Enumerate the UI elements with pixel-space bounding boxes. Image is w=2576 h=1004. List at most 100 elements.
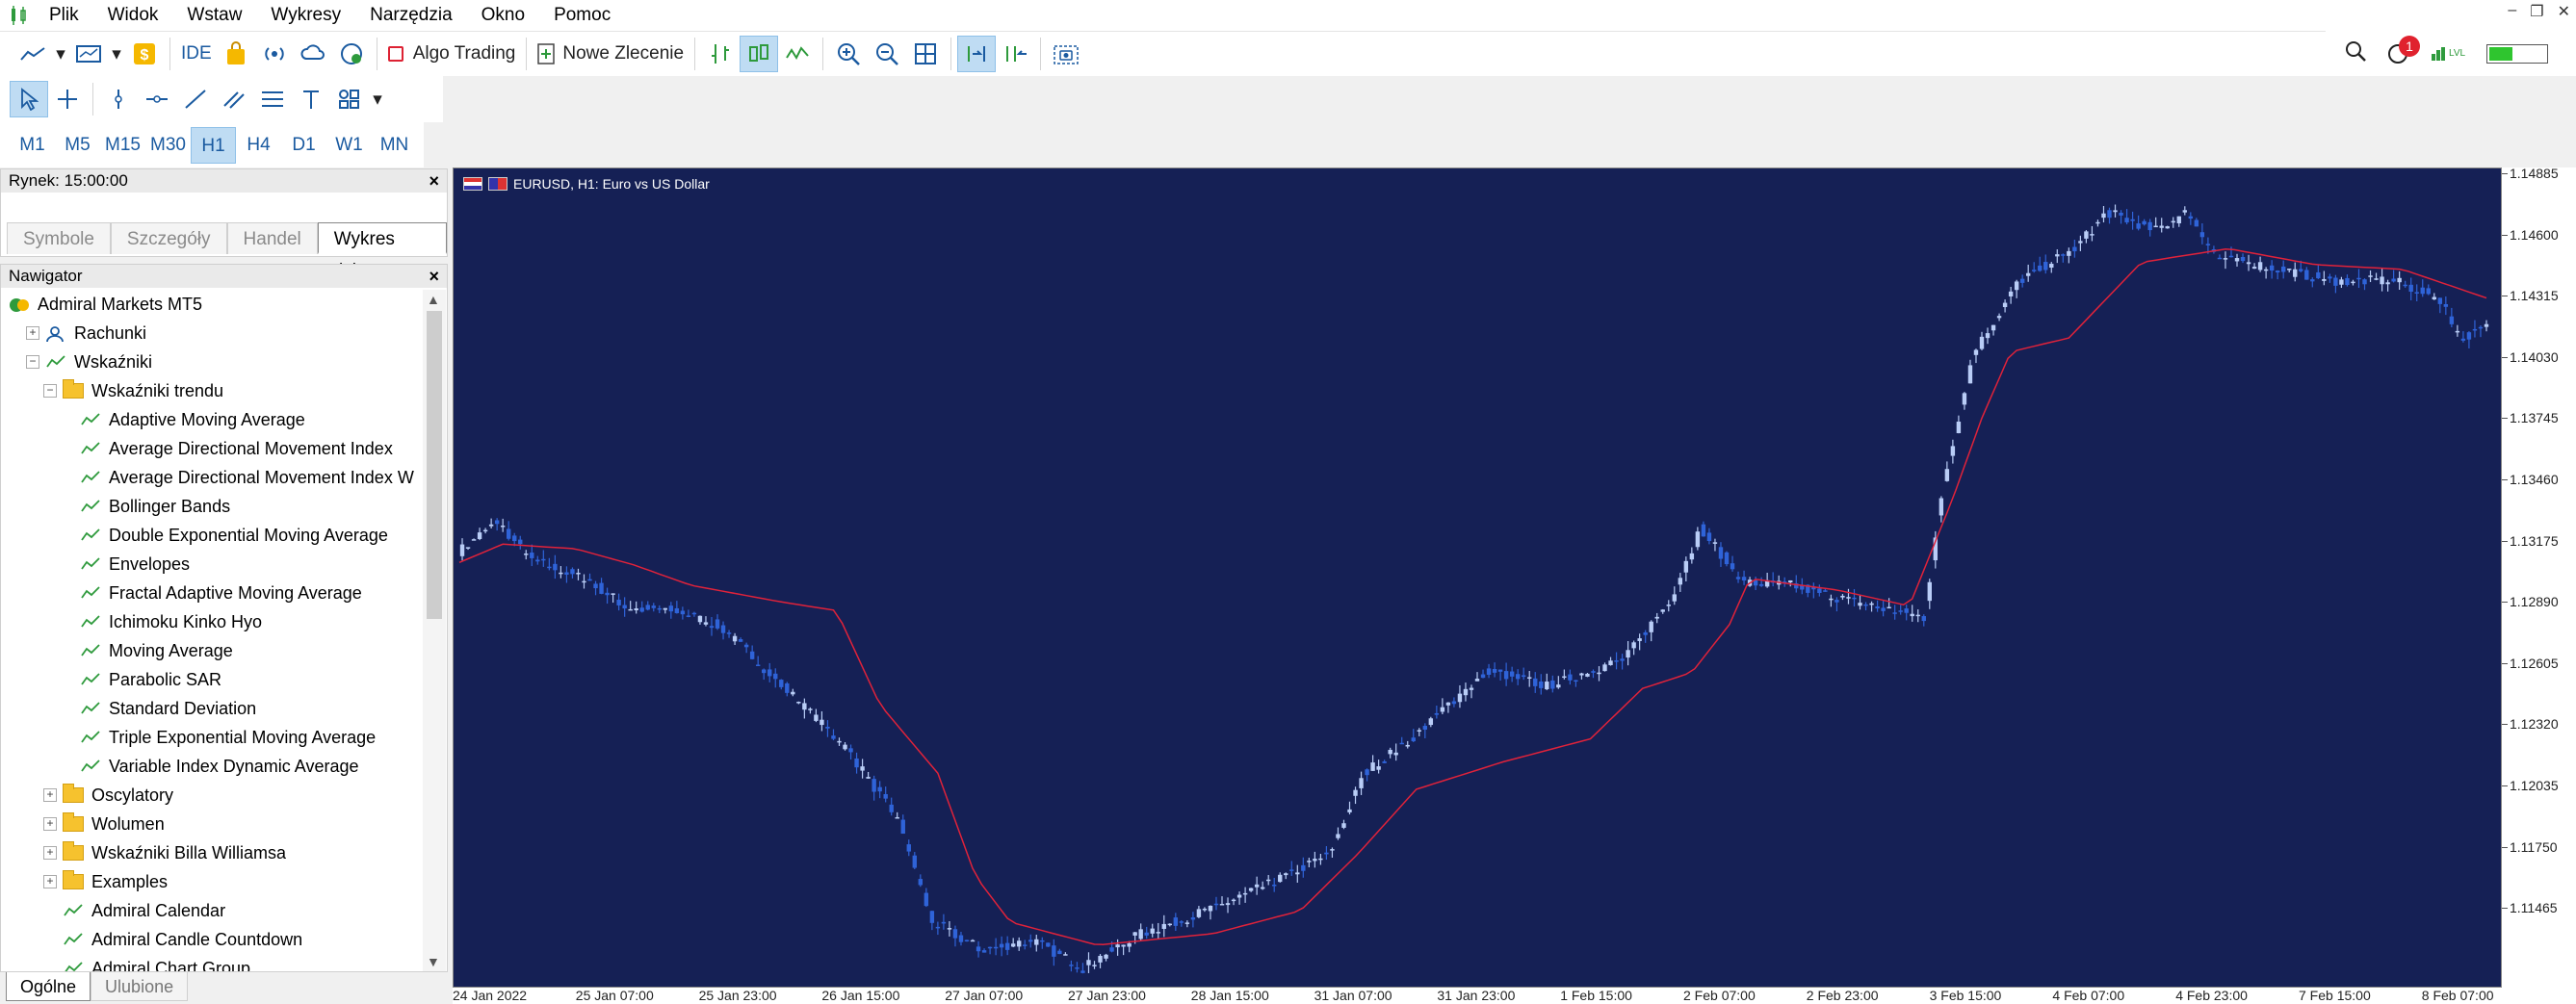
market-tab-0[interactable]: Symbole [7, 222, 111, 254]
cloud-icon[interactable] [294, 36, 332, 72]
nav-indicator-item[interactable]: Bollinger Bands [1, 492, 421, 521]
candle-body [854, 758, 859, 768]
menu-charts[interactable]: Wykresy [256, 0, 355, 31]
time-scale[interactable]: 24 Jan 2022 25 Jan 07:00 25 Jan 23:00 26 Ja… [453, 988, 2502, 1004]
expand-icon[interactable]: − [43, 384, 57, 398]
timeframe-m30[interactable]: M30 [145, 127, 191, 164]
vertical-line-icon[interactable] [99, 81, 138, 117]
nav-expert-item[interactable]: Admiral Calendar [1, 896, 421, 925]
navigator-scrollbar[interactable]: ▲ ▼ [423, 290, 446, 971]
nav-indicator-item[interactable]: Envelopes [1, 550, 421, 579]
market-tab-1[interactable]: Szczegóły [110, 222, 227, 254]
algo-trading-button[interactable]: Algo Trading [383, 36, 521, 72]
market-tab-3[interactable]: Wykres tickowy [317, 222, 447, 281]
nav-indicator-item[interactable]: Moving Average [1, 636, 421, 665]
dollar-icon[interactable]: $ [125, 36, 164, 72]
timeframe-m15[interactable]: M15 [100, 127, 145, 164]
menu-window[interactable]: Okno [467, 0, 539, 31]
timeframe-h4[interactable]: H4 [236, 127, 281, 164]
timeframe-h1[interactable]: H1 [191, 126, 236, 164]
chart-line-icon[interactable] [13, 36, 52, 72]
vps-icon[interactable] [332, 36, 371, 72]
nav-indicator-item[interactable]: Variable Index Dynamic Average [1, 752, 421, 781]
zoom-out-icon[interactable] [868, 36, 906, 72]
timeframe-m5[interactable]: M5 [55, 127, 100, 164]
expand-icon[interactable]: − [26, 355, 39, 369]
nav-expert-item[interactable]: Admiral Candle Countdown [1, 925, 421, 954]
line-chart-icon[interactable] [778, 36, 817, 72]
nav-folder[interactable]: + Oscylatory [1, 781, 421, 810]
auto-scroll-icon[interactable] [957, 36, 997, 72]
menu-view[interactable]: Widok [93, 0, 173, 31]
search-icon[interactable] [2345, 40, 2366, 66]
text-icon[interactable] [292, 81, 330, 117]
shopping-bag-icon[interactable] [217, 36, 255, 72]
scroll-up-icon[interactable]: ▲ [427, 292, 440, 307]
nav-indicator-item[interactable]: Standard Deviation [1, 694, 421, 723]
candlestick-chart-icon[interactable] [740, 36, 779, 72]
expand-icon[interactable]: + [43, 788, 57, 802]
nav-indicator-item[interactable]: Average Directional Movement Index W [1, 463, 421, 492]
candle-body [872, 779, 876, 792]
nav-indicator-item[interactable]: Adaptive Moving Average [1, 405, 421, 434]
nav-indicator-item[interactable]: Triple Exponential Moving Average [1, 723, 421, 752]
nav-root[interactable]: Admiral Markets MT5 [1, 290, 421, 319]
price-scale[interactable]: 1.14885 1.14600 1.14315 1.14030 1.13745 1.134… [2502, 166, 2576, 988]
expand-icon[interactable]: + [43, 817, 57, 831]
nav-accounts[interactable]: + Rachunki [1, 319, 421, 348]
navigator-tab-1[interactable]: Ulubione [91, 972, 189, 1001]
horizontal-line-icon[interactable] [138, 81, 176, 117]
dropdown-arrow-icon[interactable]: ▾ [369, 81, 386, 117]
expand-icon[interactable]: + [26, 326, 39, 340]
screenshot-icon[interactable] [1047, 36, 1085, 72]
nav-folder[interactable]: + Wskaźniki Billa Williamsa [1, 838, 421, 867]
shapes-icon[interactable] [330, 81, 369, 117]
menu-insert[interactable]: Wstaw [172, 0, 256, 31]
chart-shift-icon[interactable] [996, 36, 1034, 72]
menu-help[interactable]: Pomoc [539, 0, 625, 31]
scrollbar-thumb[interactable] [427, 311, 442, 619]
minimize-icon[interactable]: – [2508, 2, 2516, 21]
tile-windows-icon[interactable] [906, 36, 945, 72]
chart-area[interactable]: EURUSD, H1: Euro vs US Dollar [453, 167, 2502, 988]
dropdown-arrow-icon[interactable]: ▾ [52, 36, 69, 72]
bar-chart-icon[interactable] [701, 36, 740, 72]
nav-folder[interactable]: + Wolumen [1, 810, 421, 838]
nav-indicator-item[interactable]: Fractal Adaptive Moving Average [1, 579, 421, 607]
expand-icon[interactable]: + [43, 846, 57, 860]
new-order-button[interactable]: Nowe Zlecenie [533, 36, 689, 72]
chart-templates-icon[interactable] [69, 36, 108, 72]
close-icon[interactable]: × [429, 265, 439, 288]
menu-tools[interactable]: Narzędzia [355, 0, 467, 31]
channel-icon[interactable] [215, 81, 253, 117]
restore-icon[interactable]: ❐ [2530, 2, 2543, 21]
close-icon[interactable]: × [429, 169, 439, 193]
nav-trend-folder[interactable]: − Wskaźniki trendu [1, 376, 421, 405]
zoom-in-icon[interactable] [829, 36, 868, 72]
timeframe-d1[interactable]: D1 [281, 127, 326, 164]
signals-icon[interactable] [255, 36, 294, 72]
notifications-button[interactable]: 1 [2387, 35, 2420, 64]
crosshair-icon[interactable] [48, 81, 87, 117]
dropdown-arrow-icon[interactable]: ▾ [108, 36, 125, 72]
ide-button[interactable]: IDE [176, 36, 217, 72]
nav-indicator-item[interactable]: Average Directional Movement Index [1, 434, 421, 463]
close-window-icon[interactable]: ✕ [2558, 2, 2570, 21]
nav-expert-item[interactable]: Admiral Chart Group [1, 954, 421, 971]
nav-folder[interactable]: + Examples [1, 867, 421, 896]
expand-icon[interactable]: + [43, 875, 57, 888]
market-tab-2[interactable]: Handel [226, 222, 318, 254]
nav-indicators[interactable]: − Wskaźniki [1, 348, 421, 376]
trendline-icon[interactable] [176, 81, 215, 117]
scroll-down-icon[interactable]: ▼ [427, 954, 440, 969]
fibonacci-icon[interactable] [253, 81, 292, 117]
nav-indicator-item[interactable]: Ichimoku Kinko Hyo [1, 607, 421, 636]
navigator-tab-0[interactable]: Ogólne [6, 972, 91, 1001]
timeframe-mn[interactable]: MN [372, 127, 417, 164]
nav-indicator-item[interactable]: Parabolic SAR [1, 665, 421, 694]
timeframe-m1[interactable]: M1 [10, 127, 55, 164]
nav-indicator-item[interactable]: Double Exponential Moving Average [1, 521, 421, 550]
timeframe-w1[interactable]: W1 [326, 127, 372, 164]
cursor-icon[interactable] [10, 81, 48, 117]
menu-file[interactable]: Plik [35, 0, 93, 31]
